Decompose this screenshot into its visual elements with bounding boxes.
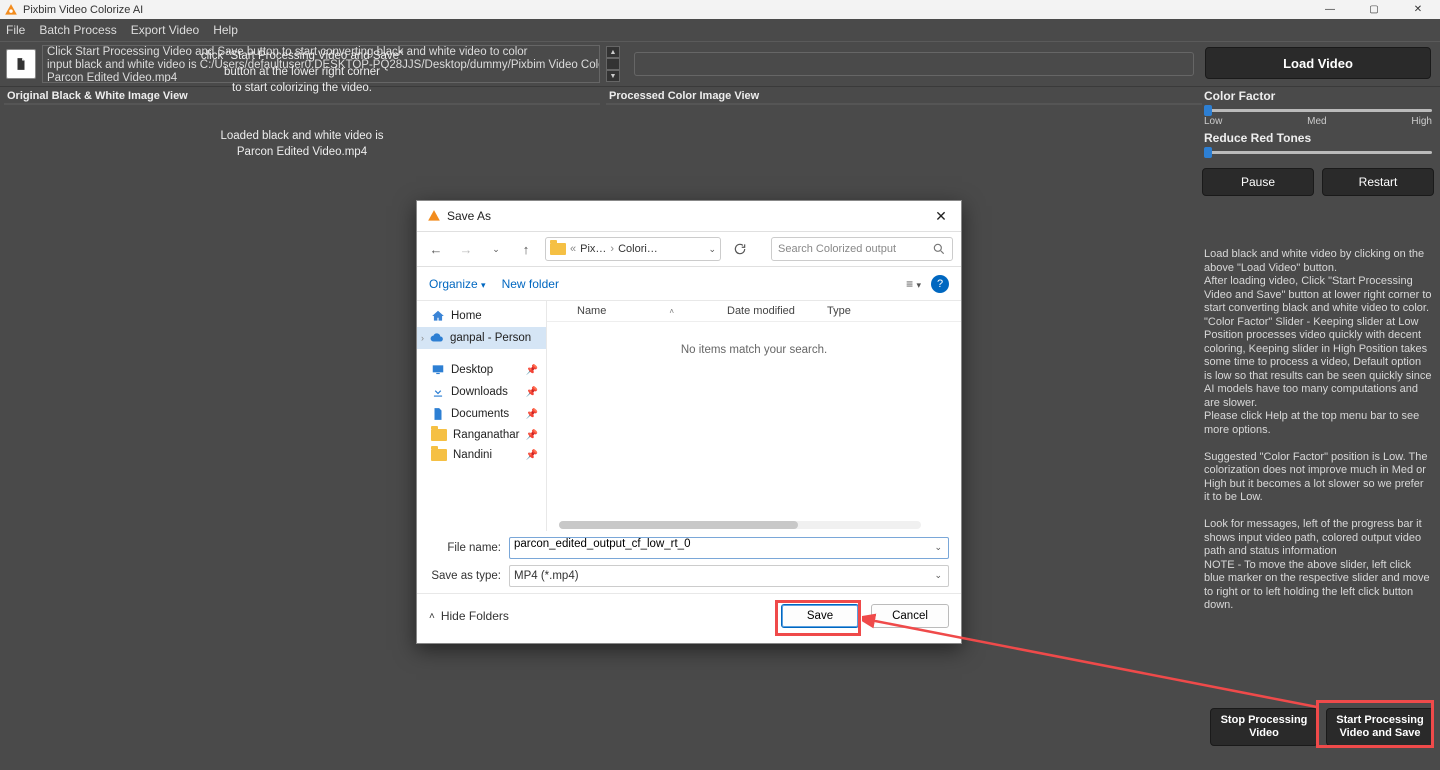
scroll-down-button[interactable]: ▼ [606, 70, 620, 82]
refresh-icon [733, 242, 747, 256]
menu-export-video[interactable]: Export Video [131, 23, 200, 37]
tick-high: High [1411, 116, 1432, 127]
annotation-arrow [862, 612, 1322, 722]
dialog-app-icon [427, 209, 441, 223]
folder-icon [431, 429, 447, 441]
tree-nandini[interactable]: Nandini📌 [417, 445, 546, 465]
chevron-down-icon: ▾ [481, 280, 486, 290]
nav-back-button[interactable]: ← [425, 238, 447, 260]
tree-personal[interactable]: › ganpal - Person [417, 327, 546, 349]
chevron-down-icon[interactable]: ⌄ [934, 542, 942, 553]
column-date[interactable]: Date modified [727, 305, 827, 317]
breadcrumb[interactable]: « Pix… › Colori… ⌄ [545, 237, 721, 261]
hide-folders-toggle[interactable]: ˄ Hide Folders [429, 609, 509, 623]
cloud-icon [430, 331, 444, 345]
window-maximize-button[interactable]: ▢ [1352, 0, 1396, 19]
restart-button[interactable]: Restart [1322, 168, 1434, 196]
folder-icon [550, 243, 566, 255]
pin-icon: 📌 [526, 430, 538, 441]
new-folder-button[interactable]: New folder [502, 277, 559, 291]
dialog-search-input[interactable]: Search Colorized output [771, 237, 953, 261]
color-factor-slider[interactable] [1204, 109, 1432, 112]
pin-icon: 📌 [526, 387, 538, 398]
chevron-down-icon[interactable]: ⌄ [708, 244, 716, 255]
refresh-button[interactable] [729, 238, 751, 260]
progress-or-search-field[interactable] [634, 52, 1194, 76]
save-button[interactable]: Save [781, 604, 859, 628]
document-icon [431, 407, 445, 421]
filename-label: File name: [429, 542, 501, 554]
processed-image-view: Processed Color Image View [606, 103, 1202, 105]
menu-batch-process[interactable]: Batch Process [39, 23, 116, 37]
sort-indicator-icon: ˄ [669, 307, 674, 316]
breadcrumb-seg-1[interactable]: Pix… [580, 243, 606, 255]
window-minimize-button[interactable]: — [1308, 0, 1352, 19]
dialog-close-button[interactable]: ✕ [929, 205, 953, 227]
tree-downloads[interactable]: Downloads📌 [417, 381, 546, 403]
savetype-label: Save as type: [429, 570, 501, 582]
reduce-red-label: Reduce Red Tones [1204, 131, 1432, 145]
nav-up-button[interactable]: ↑ [515, 238, 537, 260]
original-image-view: Original Black & White Image View click … [4, 103, 600, 105]
horizontal-scrollbar[interactable] [559, 521, 921, 529]
view-mode-button[interactable]: ≡ ▾ [906, 277, 921, 291]
pin-icon: 📌 [526, 450, 538, 461]
tree-home[interactable]: Home [417, 305, 546, 327]
nav-forward-button[interactable]: → [455, 238, 477, 260]
pin-icon: 📌 [526, 409, 538, 420]
tree-ranganathar[interactable]: Ranganathar📌 [417, 425, 546, 445]
app-logo-icon [4, 3, 18, 17]
organize-menu[interactable]: Organize ▾ [429, 277, 486, 291]
message-scroll: ▲ ▼ [606, 46, 620, 82]
pause-button[interactable]: Pause [1202, 168, 1314, 196]
reduce-red-slider-knob[interactable] [1204, 147, 1212, 158]
app-title: Pixbim Video Colorize AI [23, 4, 143, 16]
file-list: Name ˄ Date modified Type No items match… [547, 301, 961, 531]
breadcrumb-seg-2[interactable]: Colori… [618, 243, 658, 255]
dialog-title: Save As [447, 209, 491, 223]
empty-list-message: No items match your search. [547, 344, 961, 356]
reduce-red-slider[interactable] [1204, 151, 1432, 154]
savetype-select[interactable]: MP4 (*.mp4) ⌄ [509, 565, 949, 587]
scroll-up-button[interactable]: ▲ [606, 46, 620, 58]
scroll-mid-button[interactable] [606, 58, 620, 70]
home-icon [431, 309, 445, 323]
right-panel: Load Video Color Factor Low Med High Red… [1202, 47, 1434, 613]
filename-input[interactable]: parcon_edited_output_cf_low_rt_0 ⌄ [509, 537, 949, 559]
help-text: Load black and white video by clicking o… [1202, 248, 1434, 613]
tree-documents[interactable]: Documents📌 [417, 403, 546, 425]
search-icon [932, 242, 946, 256]
menu-help[interactable]: Help [213, 23, 238, 37]
file-icon-box[interactable] [6, 49, 36, 79]
dialog-search-placeholder: Search Colorized output [778, 243, 896, 255]
title-bar: Pixbim Video Colorize AI — ▢ ✕ [0, 0, 1440, 19]
column-name[interactable]: Name ˄ [547, 305, 727, 317]
folder-tree: Home › ganpal - Person Desktop📌 Download… [417, 301, 547, 531]
window-close-button[interactable]: ✕ [1396, 0, 1440, 19]
desktop-icon [431, 363, 445, 377]
menu-file[interactable]: File [6, 23, 25, 37]
original-view-title: Original Black & White Image View [5, 90, 190, 102]
load-video-button[interactable]: Load Video [1205, 47, 1431, 79]
original-view-overlay-text: click "Start Processing Video and Save" … [201, 48, 403, 160]
nav-recent-button[interactable]: ⌄ [485, 238, 507, 260]
save-as-dialog: Save As ✕ ← → ⌄ ↑ « Pix… › Colori… ⌄ Sea… [416, 200, 962, 644]
color-factor-slider-knob[interactable] [1204, 105, 1212, 116]
pin-icon: 📌 [526, 365, 538, 376]
column-type[interactable]: Type [827, 305, 875, 317]
chevron-down-icon[interactable]: ⌄ [934, 570, 942, 581]
tree-desktop[interactable]: Desktop📌 [417, 359, 546, 381]
tick-med: Med [1307, 116, 1326, 127]
tick-low: Low [1204, 116, 1222, 127]
processed-view-title: Processed Color Image View [607, 90, 761, 102]
download-icon [431, 385, 445, 399]
chevron-up-icon: ˄ [429, 611, 435, 622]
folder-icon [431, 449, 447, 461]
color-factor-label: Color Factor [1204, 89, 1432, 103]
menu-bar: File Batch Process Export Video Help [0, 19, 1440, 41]
document-icon [14, 57, 28, 71]
help-button[interactable]: ? [931, 275, 949, 293]
start-processing-button[interactable]: Start Processing Video and Save [1326, 708, 1434, 746]
